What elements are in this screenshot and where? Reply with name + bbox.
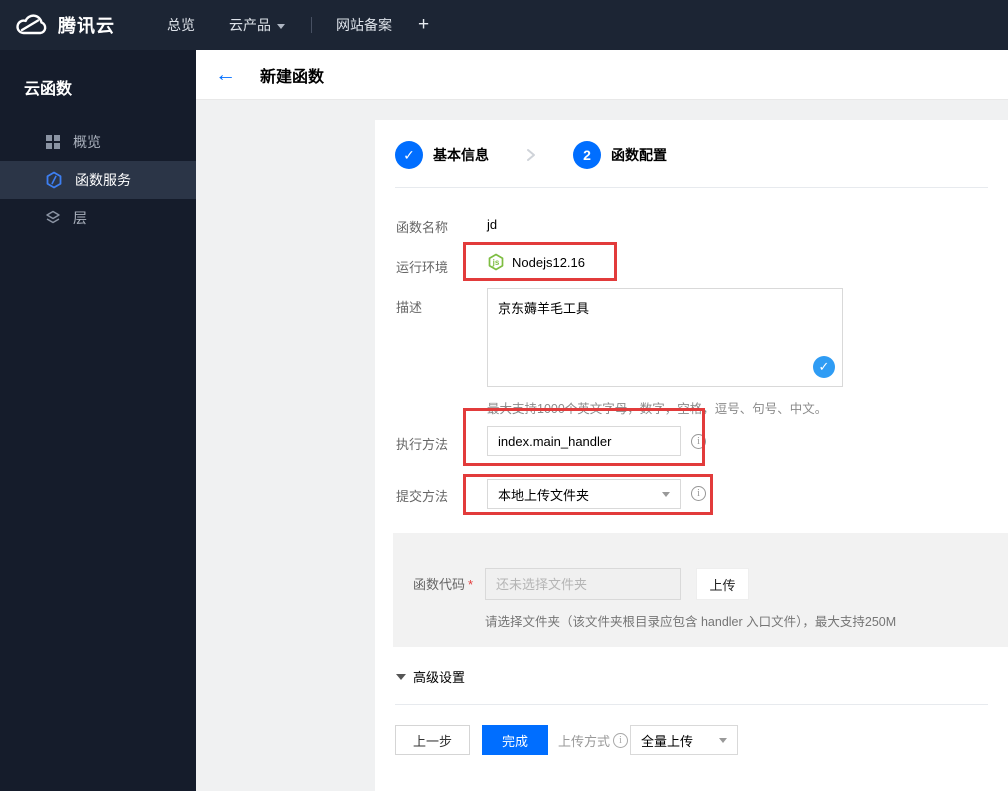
- previous-step-button[interactable]: 上一步: [395, 725, 470, 755]
- back-arrow-icon[interactable]: ←: [215, 64, 236, 85]
- create-function-card: ✓ 基本信息 2 函数配置 函数名称 jd 运行环境 js Nodejs12.1…: [375, 120, 1008, 791]
- chevron-down-icon: [719, 737, 727, 743]
- function-code-label: 函数代码 *: [413, 577, 474, 592]
- sidebar-item-label: 层: [73, 210, 87, 226]
- submit-method-info-icon[interactable]: i: [691, 486, 706, 501]
- description-label: 描述: [396, 300, 423, 315]
- nav-beian[interactable]: 网站备案: [336, 15, 392, 35]
- required-asterisk: *: [468, 577, 474, 592]
- submit-method-select[interactable]: 本地上传文件夹: [487, 479, 681, 509]
- upload-mode-select[interactable]: 全量上传: [630, 725, 738, 755]
- sidebar-item-label: 概览: [73, 134, 101, 150]
- function-name-label: 函数名称: [396, 220, 449, 235]
- step2-label: 函数配置: [611, 147, 667, 163]
- handler-input[interactable]: [487, 426, 681, 456]
- nav-products[interactable]: 云产品: [229, 15, 285, 35]
- nav-overview[interactable]: 总览: [167, 15, 195, 35]
- upload-mode-value: 全量上传: [641, 733, 694, 749]
- triangle-down-icon: [396, 673, 406, 680]
- submit-method-label: 提交方法: [396, 489, 449, 504]
- chevron-down-icon: [277, 23, 285, 29]
- step-chevron-icon: [525, 148, 537, 162]
- description-hint: 最大支持1000个英文字母，数字，空格，逗号、句号、中文。: [487, 402, 828, 416]
- top-navbar: 腾讯云 总览 云产品 网站备案 +: [0, 0, 1008, 50]
- advanced-settings-toggle[interactable]: 高级设置: [396, 667, 465, 686]
- nav-divider: [311, 17, 312, 33]
- function-name-value: jd: [487, 217, 498, 232]
- description-textarea[interactable]: 京东薅羊毛工具: [488, 289, 842, 386]
- runtime-value: js Nodejs12.16: [487, 253, 585, 271]
- step-indicator: ✓ 基本信息 2 函数配置: [395, 141, 667, 169]
- page-header: ← 新建函数: [196, 50, 1008, 100]
- valid-check-icon: ✓: [813, 356, 835, 378]
- sidebar-item-label: 函数服务: [75, 172, 131, 188]
- brand[interactable]: 腾讯云: [14, 12, 115, 38]
- function-hexagon-icon: [45, 171, 63, 189]
- sidebar-item-layers[interactable]: 层: [0, 199, 196, 237]
- svg-text:js: js: [492, 258, 500, 267]
- handler-label: 执行方法: [396, 437, 449, 452]
- handler-info-icon[interactable]: i: [691, 434, 706, 449]
- upload-button[interactable]: 上传: [696, 568, 749, 600]
- function-code-panel: 函数代码* 上传 请选择文件夹（该文件夹根目录应包含 handler 入口文件）…: [393, 533, 1008, 647]
- main-area: ← 新建函数 ✓ 基本信息 2 函数配置 函数名称 jd 运行环境 js Nod…: [196, 50, 1008, 791]
- tencent-cloud-logo-icon: [14, 13, 50, 38]
- chevron-down-icon: [662, 491, 670, 497]
- steps-divider: [395, 187, 988, 188]
- sidebar-item-overview[interactable]: 概览: [0, 123, 196, 161]
- step2-number: 2: [573, 141, 601, 169]
- nodejs-icon: js: [487, 253, 505, 271]
- sidebar-item-function-service[interactable]: 函数服务: [0, 161, 196, 199]
- footer-divider: [395, 704, 988, 705]
- sidebar: 云函数 概览 函数服务 层: [0, 50, 196, 791]
- layers-icon: [45, 210, 61, 226]
- upload-mode-info-icon[interactable]: i: [613, 732, 629, 748]
- runtime-label: 运行环境: [396, 260, 449, 275]
- nav-add-tab-button[interactable]: +: [418, 14, 429, 36]
- folder-path-input[interactable]: [485, 568, 681, 600]
- description-field-wrap: 京东薅羊毛工具 ✓: [487, 288, 843, 387]
- step1-check-icon: ✓: [395, 141, 423, 169]
- finish-button[interactable]: 完成: [482, 725, 548, 755]
- submit-method-value: 本地上传文件夹: [498, 487, 590, 503]
- grid-icon: [45, 134, 61, 150]
- function-code-hint: 请选择文件夹（该文件夹根目录应包含 handler 入口文件），最大支持250M: [485, 615, 897, 629]
- sidebar-title: 云函数: [24, 81, 73, 98]
- upload-mode-label-group: 上传方式 i: [558, 725, 629, 755]
- page-title: 新建函数: [260, 68, 325, 86]
- step1-label: 基本信息: [433, 147, 489, 163]
- brand-name: 腾讯云: [58, 16, 115, 36]
